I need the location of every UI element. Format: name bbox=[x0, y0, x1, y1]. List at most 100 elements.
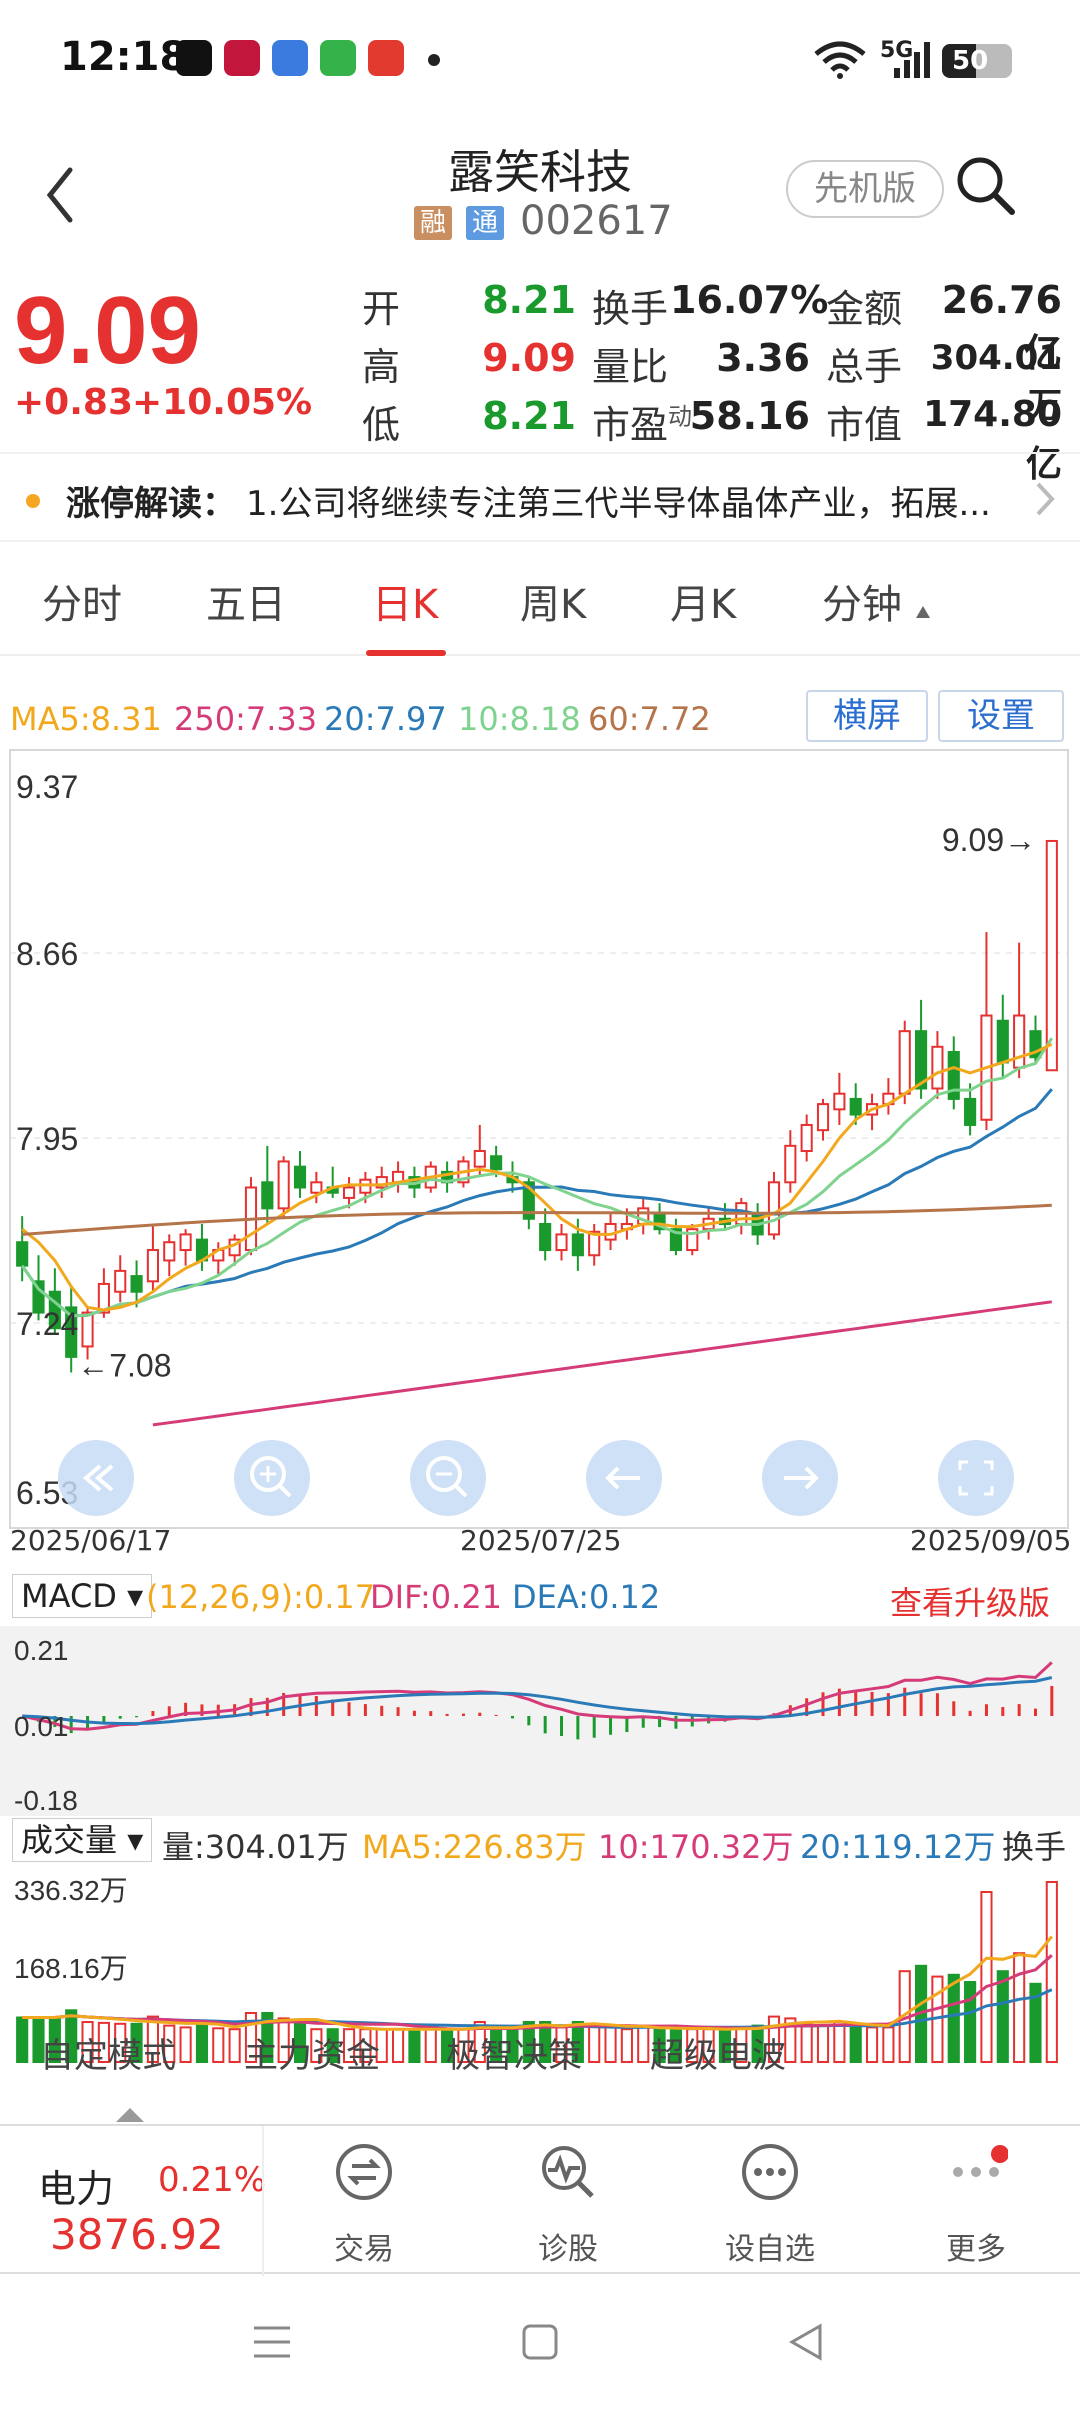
margin-tag: 融 bbox=[414, 206, 452, 240]
settings-button[interactable]: 设置 bbox=[938, 690, 1064, 742]
macd-tick: 0.21 bbox=[14, 1635, 69, 1666]
market-cap-label: 市值 bbox=[826, 403, 903, 447]
tab-main-funds[interactable]: 主力资金 bbox=[244, 2028, 380, 2077]
message-icon bbox=[320, 40, 356, 76]
pe-value: 58.16 bbox=[689, 394, 810, 438]
caret-up-icon bbox=[116, 2108, 144, 2122]
status-time: 12:18 bbox=[60, 34, 188, 80]
volume-selector[interactable]: 成交量 ▾ bbox=[12, 1818, 153, 1862]
y-tick-label: 9.37 bbox=[16, 769, 78, 805]
add-watchlist-button[interactable]: 设自选 bbox=[690, 2136, 850, 2267]
macd-selector[interactable]: MACD ▾ bbox=[12, 1574, 153, 1618]
tab-monthly-k[interactable]: 月K bbox=[670, 572, 736, 630]
candle-body bbox=[293, 1165, 307, 1189]
diagnose-icon bbox=[542, 2146, 594, 2198]
candle-body bbox=[996, 1019, 1009, 1064]
candle-body bbox=[767, 1181, 781, 1236]
sector-index: 3876.92 bbox=[50, 2210, 224, 2259]
tab-minute[interactable]: 分钟 bbox=[822, 572, 902, 630]
rewind-icon[interactable] bbox=[58, 1440, 134, 1516]
status-bar: 12:18 5G 50 bbox=[0, 0, 1080, 120]
candle-body bbox=[571, 1233, 584, 1257]
home-icon[interactable] bbox=[520, 2322, 560, 2362]
macd-tick: -0.18 bbox=[14, 1785, 78, 1816]
candle-body bbox=[163, 1241, 176, 1262]
candle-body bbox=[539, 1222, 552, 1252]
bottom-action-bar: 电力 0.21% 3876.92 交易 诊股 设自选 更多 bbox=[0, 2124, 1080, 2276]
tab-weekly-k[interactable]: 周K bbox=[520, 572, 586, 630]
high-value: 9.09 bbox=[482, 336, 576, 380]
douyin-icon bbox=[176, 40, 212, 76]
dropdown-caret-icon bbox=[916, 606, 930, 618]
news-text: 1.公司将继续专注第三代半导体晶体产业，拓展... bbox=[246, 484, 991, 524]
stock-header: 露笑科技 融 通 002617 先机版 bbox=[0, 120, 1080, 260]
trade-button[interactable]: 交易 bbox=[284, 2136, 444, 2267]
upgrade-link[interactable]: 查看升级版 bbox=[890, 1578, 1050, 1624]
candle-body bbox=[81, 1311, 94, 1348]
diagnose-button[interactable]: 诊股 bbox=[488, 2136, 648, 2267]
limit-up-news[interactable]: 涨停解读： 1.公司将继续专注第三代半导体晶体产业，拓展... bbox=[0, 452, 1080, 542]
sector-name: 电力 bbox=[38, 2167, 115, 2211]
high-marker-label: 9.09→ bbox=[942, 822, 1036, 858]
chevron-right-icon bbox=[1036, 482, 1055, 516]
ma250-label: 250:7.33 bbox=[174, 700, 318, 738]
macd-params: (12,26,9):0.17 bbox=[146, 1578, 376, 1616]
pioneer-version-button[interactable]: 先机版 bbox=[786, 160, 944, 218]
more-dots-circle-icon bbox=[742, 2144, 798, 2200]
stock-code: 002617 bbox=[520, 198, 673, 244]
x-label-start: 2025/06/17 bbox=[10, 1524, 172, 1557]
nav-back-icon[interactable] bbox=[784, 2320, 828, 2364]
current-price: 9.09 bbox=[14, 277, 201, 384]
zoom-in-icon[interactable] bbox=[234, 1440, 310, 1516]
battery-icon: 50 bbox=[942, 44, 1012, 78]
system-nav-bar bbox=[0, 2276, 1080, 2412]
candle-body bbox=[964, 1097, 977, 1126]
arrow-right-icon[interactable] bbox=[762, 1440, 838, 1516]
search-icon[interactable] bbox=[950, 150, 1020, 220]
volume-ratio-value: 3.36 bbox=[716, 336, 810, 380]
candlestick-chart[interactable]: 9.378.667.957.246.53 9.09→←7.08 bbox=[0, 748, 1080, 1548]
candle-body bbox=[277, 1160, 290, 1210]
turnover-label: 换手 bbox=[592, 287, 669, 331]
tab-super-wave[interactable]: 超级电波 bbox=[650, 2028, 786, 2077]
ma5-label: MA5:8.31 bbox=[10, 700, 162, 738]
trade-icon bbox=[336, 2144, 392, 2200]
price-change: +0.83 bbox=[14, 382, 133, 423]
macd-tick: 0.01 bbox=[14, 1711, 69, 1742]
news-title: 涨停解读： bbox=[66, 484, 236, 524]
price-change-pct: +10.05% bbox=[132, 382, 313, 423]
candle-body bbox=[114, 1269, 127, 1293]
ma-legend: MA5:8.31 250:7.33 20:7.97 10:8.18 60:7.7… bbox=[0, 690, 1080, 750]
arrow-left-icon[interactable] bbox=[586, 1440, 662, 1516]
candle-body bbox=[816, 1103, 830, 1132]
ma20-label: 20:7.97 bbox=[324, 700, 447, 738]
quote-panel: 9.09 +0.83 +10.05% 开 8.21 换手 16.07% 金额 2… bbox=[0, 262, 1080, 485]
volume-ma20: 20:119.12万 bbox=[800, 1828, 996, 1866]
fullscreen-icon[interactable] bbox=[938, 1440, 1014, 1516]
notification-dot-icon bbox=[428, 54, 440, 66]
tab-smart-decision[interactable]: 极智决策 bbox=[446, 2028, 582, 2077]
tab-custom-mode[interactable]: 自定模式 bbox=[40, 2028, 176, 2077]
macd-chart[interactable]: 0.21 0.01 -0.18 bbox=[0, 1626, 1080, 1816]
zoom-out-icon[interactable] bbox=[410, 1440, 486, 1516]
macd-dea: DEA:0.12 bbox=[512, 1578, 661, 1616]
menu-icon[interactable] bbox=[250, 2322, 294, 2362]
more-button[interactable]: 更多 bbox=[896, 2136, 1056, 2267]
tab-daily-k[interactable]: 日K bbox=[372, 572, 438, 630]
landscape-button[interactable]: 横屏 bbox=[806, 690, 928, 742]
candle-body bbox=[784, 1144, 797, 1184]
candle-body bbox=[310, 1181, 323, 1194]
candle-body bbox=[931, 1045, 944, 1090]
x-label-end: 2025/09/05 bbox=[910, 1524, 1072, 1557]
tab-five-day[interactable]: 五日 bbox=[206, 572, 286, 630]
candle-body bbox=[473, 1150, 486, 1168]
candle-body bbox=[898, 1030, 911, 1095]
volume-tick: 336.32万 bbox=[14, 1875, 128, 1906]
active-tab-indicator bbox=[366, 650, 446, 656]
low-value: 8.21 bbox=[482, 394, 576, 438]
candle-body bbox=[849, 1097, 862, 1116]
candle-body bbox=[16, 1241, 29, 1267]
open-label: 开 bbox=[362, 287, 401, 331]
amount-label: 金额 bbox=[826, 287, 903, 331]
tab-intraday[interactable]: 分时 bbox=[42, 572, 122, 630]
